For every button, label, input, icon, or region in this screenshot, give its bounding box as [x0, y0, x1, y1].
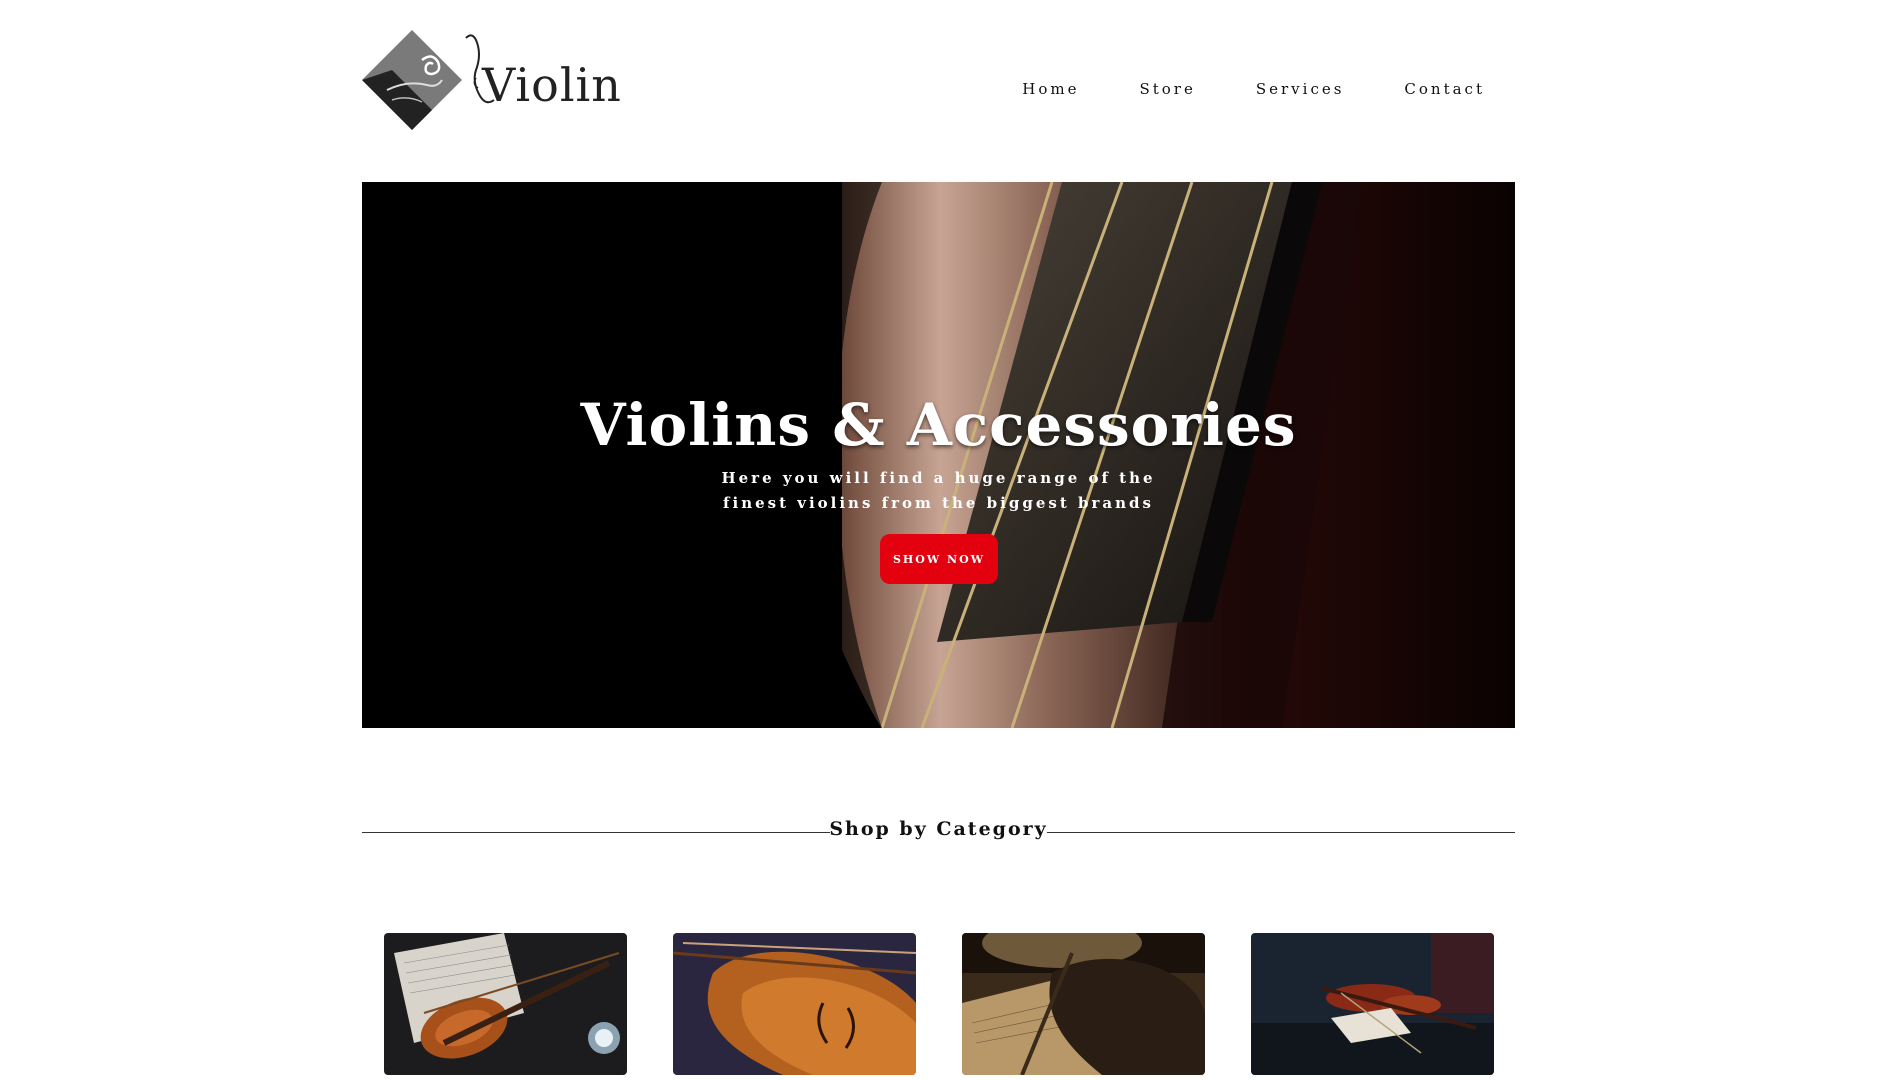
- violin-on-sheet-music-image: [384, 933, 627, 1075]
- site-header: Violin Home Store Services Contact: [362, 30, 1515, 130]
- main-nav: Home Store Services Contact: [962, 80, 1485, 98]
- divider-right: [1047, 832, 1515, 833]
- nav-services-link[interactable]: Services: [1256, 80, 1345, 98]
- category-card-4[interactable]: [1251, 933, 1494, 1075]
- category-grid: [384, 933, 1494, 1075]
- category-card-3[interactable]: [962, 933, 1205, 1075]
- brand-name: Violin: [482, 58, 622, 112]
- violin-sepia-image: [962, 933, 1205, 1075]
- hero-title: Violins & Accessories: [580, 390, 1297, 459]
- section-title: Shop by Category: [829, 818, 1048, 840]
- section-heading: Shop by Category: [362, 818, 1515, 848]
- nav-contact-link[interactable]: Contact: [1404, 80, 1485, 98]
- hero-subtitle: Here you will find a huge range of the f…: [362, 466, 1515, 516]
- violin-dark-stage-image: [1251, 933, 1494, 1075]
- nav-store-link[interactable]: Store: [1139, 80, 1195, 98]
- show-now-button[interactable]: SHOW NOW: [880, 534, 998, 584]
- category-card-2[interactable]: [673, 933, 916, 1075]
- violin-closeup-image: [673, 933, 916, 1075]
- hero-subtitle-line-2: finest violins from the biggest brands: [723, 494, 1154, 512]
- hero-banner: Violins & Accessories Here you will find…: [362, 182, 1515, 728]
- category-card-1[interactable]: [384, 933, 627, 1075]
- nav-home-link[interactable]: Home: [1022, 80, 1079, 98]
- scroll-logo-icon: [362, 30, 462, 130]
- hero-subtitle-line-1: Here you will find a huge range of the: [721, 469, 1156, 487]
- brand-logo[interactable]: Violin: [362, 30, 622, 130]
